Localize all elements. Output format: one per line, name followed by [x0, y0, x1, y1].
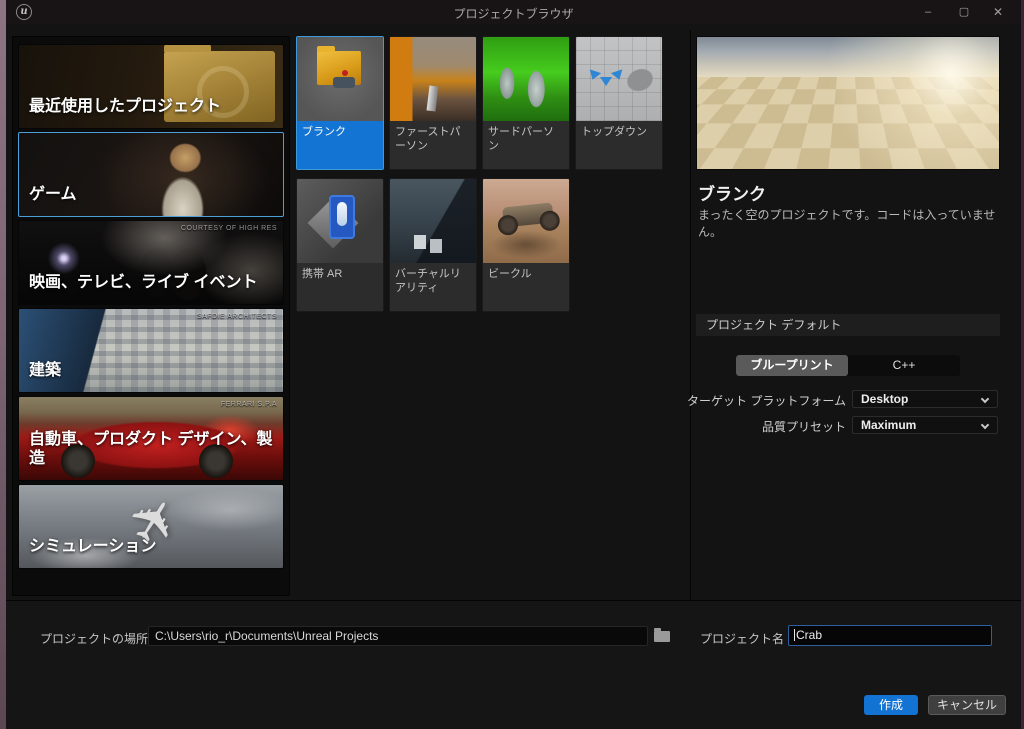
buggy-icon — [502, 202, 554, 228]
create-button[interactable]: 作成 — [864, 695, 918, 715]
chevron-down-icon — [980, 420, 990, 430]
category-label: 最近使用したプロジェクト — [29, 98, 222, 115]
quality-preset-value: Maximum — [861, 418, 917, 432]
category-label: シミュレーション — [29, 538, 157, 555]
project-name-input[interactable]: Crab — [788, 625, 992, 646]
template-thumbnail — [390, 179, 476, 263]
template-label: サードパーソン — [483, 121, 569, 169]
maximize-button[interactable]: ▢ — [953, 3, 975, 21]
titlebar[interactable]: u プロジェクトブラウザ – ▢ ✕ — [6, 0, 1021, 24]
template-preview-image — [696, 36, 1000, 170]
project-location-input[interactable] — [148, 626, 648, 646]
target-platform-select[interactable]: Desktop — [852, 390, 998, 408]
template-thumbnail — [576, 37, 662, 121]
project-location-label: プロジェクトの場所 — [40, 632, 149, 646]
image-credit: COURTESY OF HIGH RES — [180, 225, 277, 232]
project-defaults-header: プロジェクト デフォルト — [696, 314, 1000, 336]
template-thumbnail — [390, 37, 476, 121]
minimize-button[interactable]: – — [917, 3, 939, 21]
project-name-value: Crab — [796, 628, 823, 642]
template-virtual-reality[interactable]: バーチャルリアリティ — [389, 178, 477, 312]
quality-preset-label: 品質プリセット — [761, 420, 846, 434]
template-thumbnail — [297, 179, 383, 263]
target-platform-value: Desktop — [861, 392, 909, 406]
template-label: ブランク — [297, 121, 383, 169]
template-thumbnail — [483, 37, 569, 121]
category-label: 建築 — [29, 362, 62, 379]
category-film-tv-live-events[interactable]: COURTESY OF HIGH RES 映画、テレビ、ライブ イベント — [18, 220, 284, 305]
cpp-toggle-button[interactable]: C++ — [848, 355, 960, 376]
gun-icon — [426, 85, 439, 112]
image-credit: SAFDIE ARCHITECTS — [196, 313, 277, 320]
box-shape — [430, 239, 442, 253]
box-shape — [414, 235, 426, 249]
mannequin-figure — [620, 61, 660, 99]
template-thumbnail — [483, 179, 569, 263]
template-vehicle[interactable]: ビークル — [482, 178, 570, 312]
cancel-button[interactable]: キャンセル — [928, 695, 1006, 715]
template-label: トップダウン — [576, 121, 662, 169]
window-title: プロジェクトブラウザ — [453, 7, 574, 21]
category-games[interactable]: ゲーム — [18, 132, 284, 217]
template-label: ビークル — [483, 263, 569, 311]
phone-icon — [329, 195, 355, 239]
template-detail-title: ブランク — [698, 185, 766, 204]
close-button[interactable]: ✕ — [987, 3, 1009, 21]
template-first-person[interactable]: ファーストパーソン — [389, 36, 477, 170]
category-simulation[interactable]: ✈ シミュレーション — [18, 484, 284, 569]
preview-sun-glare — [697, 37, 999, 169]
template-handheld-ar[interactable]: 携帯 AR — [296, 178, 384, 312]
gamepad-icon — [333, 70, 355, 88]
template-label: 携帯 AR — [297, 263, 383, 311]
category-label: 映画、テレビ、ライブ イベント — [29, 274, 258, 291]
template-detail-description: まったく空のプロジェクトです。コードは入っていません。 — [698, 208, 996, 239]
browse-folder-icon[interactable] — [654, 628, 670, 642]
category-label: 自動車、プロダクト デザイン、製造 — [29, 431, 273, 467]
template-third-person[interactable]: サードパーソン — [482, 36, 570, 170]
template-blank[interactable]: ブランク — [296, 36, 384, 170]
project-browser-window: u プロジェクトブラウザ – ▢ ✕ 最近使用したプロジェクト ゲーム COUR… — [0, 0, 1024, 729]
panel-divider — [690, 30, 691, 600]
quality-preset-select[interactable]: Maximum — [852, 416, 998, 434]
chevron-down-icon — [980, 394, 990, 404]
image-credit: FERRARI S.P.A — [220, 401, 277, 408]
project-type-toggle: ブループリント C++ — [736, 355, 960, 376]
template-label: バーチャルリアリティ — [390, 263, 476, 311]
category-architecture[interactable]: SAFDIE ARCHITECTS 建築 — [18, 308, 284, 393]
template-thumbnail — [297, 37, 383, 121]
category-recent-projects[interactable]: 最近使用したプロジェクト — [18, 44, 284, 129]
template-top-down[interactable]: トップダウン — [575, 36, 663, 170]
arrow-icon — [586, 69, 602, 82]
template-label: ファーストパーソン — [390, 121, 476, 169]
blueprint-toggle-button[interactable]: ブループリント — [736, 355, 848, 376]
project-name-label: プロジェクト名 — [700, 632, 785, 646]
category-automotive-product-design[interactable]: FERRARI S.P.A 自動車、プロダクト デザイン、製造 — [18, 396, 284, 481]
text-caret — [794, 629, 795, 641]
category-label: ゲーム — [29, 186, 77, 203]
arrow-icon — [600, 77, 612, 86]
target-platform-label: ターゲット プラットフォーム — [687, 394, 846, 408]
